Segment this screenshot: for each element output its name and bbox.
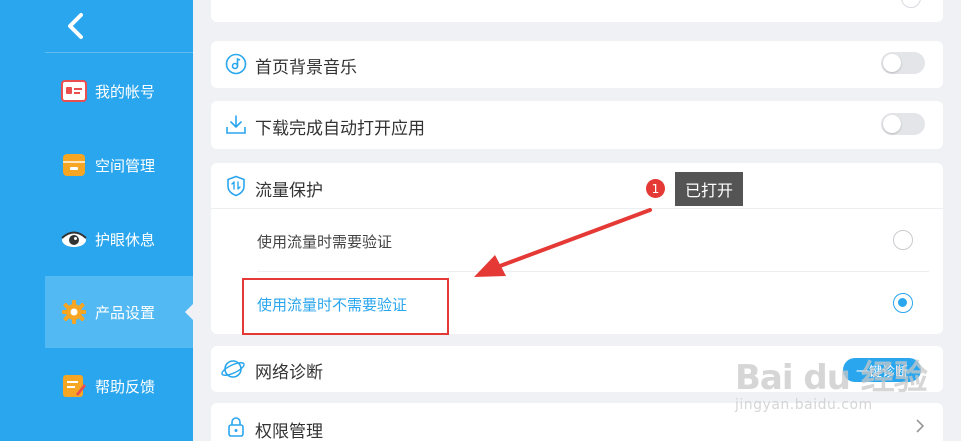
setting-group-title: 流量保护: [255, 181, 323, 201]
gear-icon: [61, 299, 87, 325]
traffic-shield-icon: [225, 175, 247, 197]
sidebar-item-label: 空间管理: [95, 156, 156, 175]
setting-label: 网络诊断: [255, 363, 323, 383]
sidebar-item-eye-rest[interactable]: 护眼休息: [45, 203, 193, 275]
watermark-sub: jingyan.baidu.com: [735, 397, 873, 413]
step-badge: 1: [646, 179, 665, 198]
sidebar-item-label: 护眼休息: [95, 230, 156, 249]
setting-label: 下载完成自动打开应用: [255, 119, 425, 139]
setting-row-auto-open: 下载完成自动打开应用: [211, 101, 943, 149]
globe-icon: [221, 357, 245, 379]
sidebar-item-label: 帮助反馈: [95, 377, 156, 396]
sidebar-item-feedback[interactable]: 帮助反馈: [45, 350, 193, 422]
divider: [211, 208, 943, 209]
chevron-right-icon: [915, 418, 925, 438]
option-require-verify-label[interactable]: 使用流量时需要验证: [257, 231, 392, 252]
option-no-verify-radio[interactable]: [893, 293, 913, 313]
auto-open-toggle[interactable]: [881, 113, 925, 135]
sidebar-item-storage[interactable]: 空间管理: [45, 129, 193, 201]
eye-icon: [61, 226, 87, 252]
back-chevron-icon[interactable]: [64, 12, 88, 40]
sidebar: 我的帐号 空间管理 护眼休息 产品设置 帮助反馈: [0, 0, 193, 441]
music-toggle[interactable]: [881, 52, 925, 74]
storage-icon: [61, 152, 87, 178]
setting-row-music: 首页背景音乐: [211, 41, 943, 88]
partial-control[interactable]: [901, 0, 921, 8]
option-require-verify-radio[interactable]: [893, 230, 913, 250]
feedback-icon: [61, 373, 87, 399]
watermark: Bai du 经验 jingyan.baidu.com: [735, 350, 928, 413]
music-icon: [225, 53, 247, 75]
highlight-box: [242, 278, 449, 335]
setting-label: 权限管理: [255, 422, 323, 441]
account-card-icon: [61, 78, 87, 104]
annotation-callout: 已打开: [675, 172, 744, 206]
settings-card-partial: [211, 0, 943, 22]
active-indicator: [185, 304, 193, 320]
divider: [257, 271, 929, 272]
sidebar-item-account[interactable]: 我的帐号: [45, 55, 193, 127]
sidebar-item-label: 我的帐号: [95, 82, 156, 101]
sidebar-divider: [45, 52, 193, 53]
watermark-main: Bai du 经验: [735, 358, 928, 398]
lock-icon: [225, 416, 247, 438]
sidebar-item-label: 产品设置: [95, 303, 156, 322]
setting-label: 首页背景音乐: [255, 58, 357, 78]
download-icon: [225, 114, 247, 136]
sidebar-item-settings[interactable]: 产品设置: [45, 276, 193, 348]
